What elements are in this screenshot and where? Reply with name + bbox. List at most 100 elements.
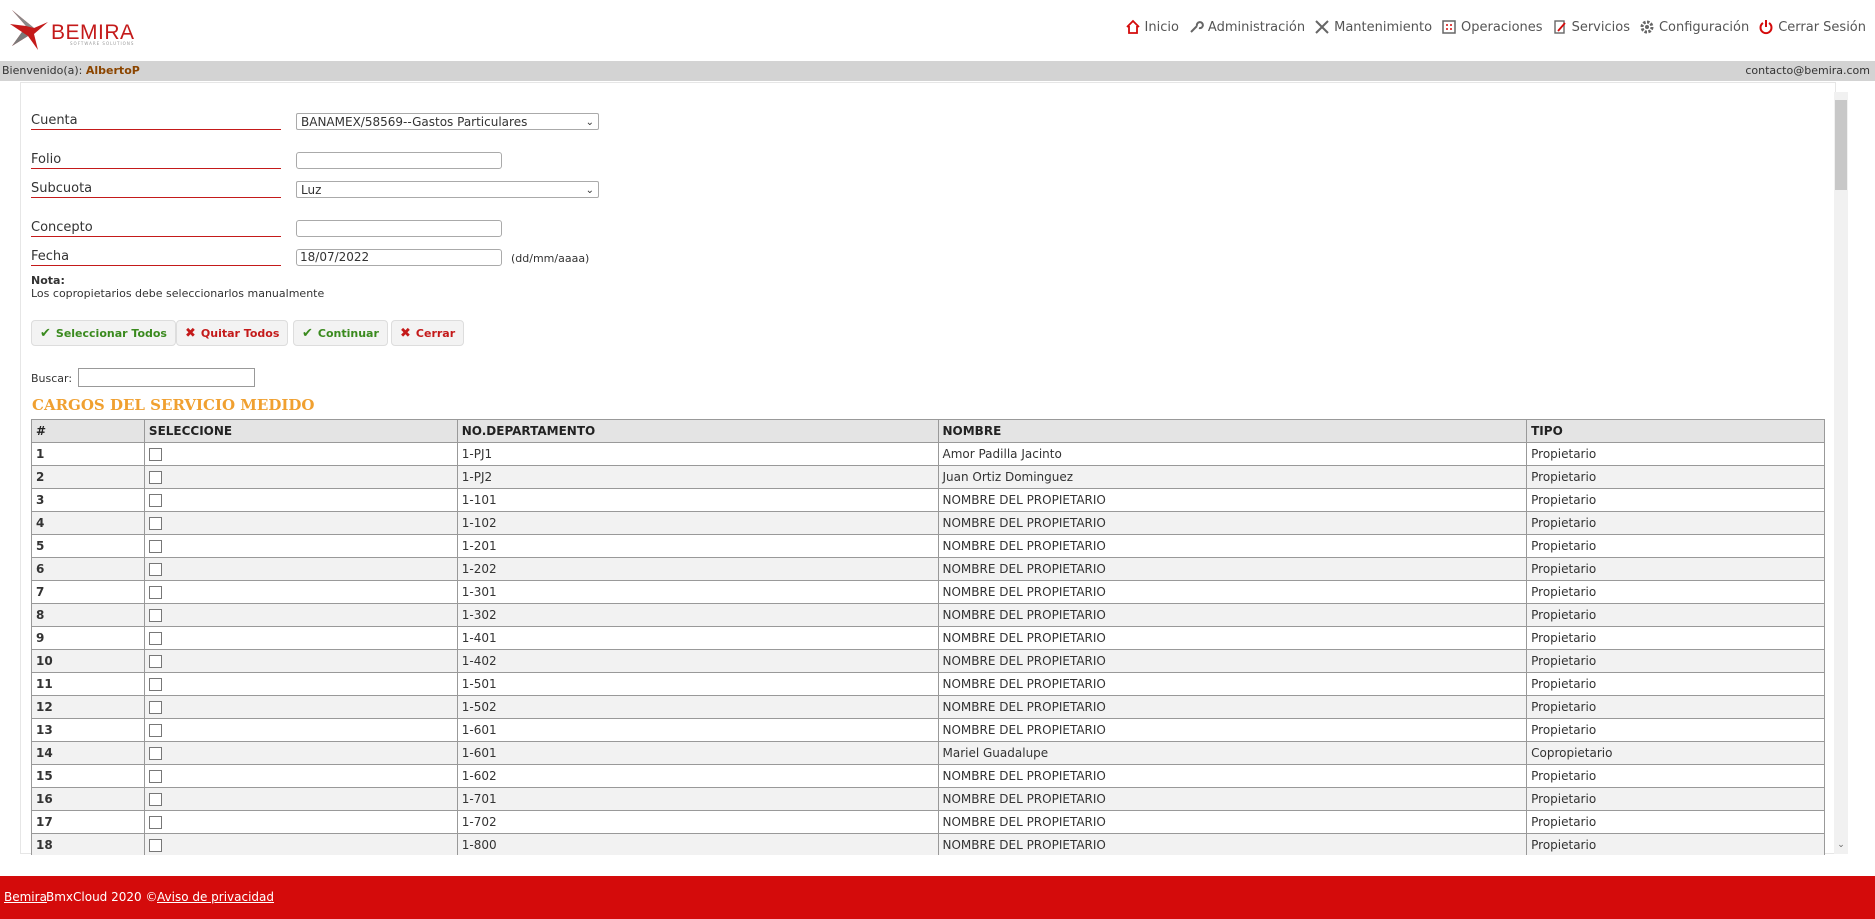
row-checkbox[interactable] (148, 816, 162, 829)
name-cell: NOMBRE DEL PROPIETARIO (937, 695, 1528, 719)
name-cell: NOMBRE DEL PROPIETARIO (937, 488, 1528, 512)
section-title: CARGOS DEL SERVICIO MEDIDO (32, 396, 315, 414)
fecha-format-hint: (dd/mm/aaaa) (511, 252, 590, 265)
header-seleccione: SELECCIONE (143, 419, 458, 443)
row-checkbox[interactable] (148, 563, 162, 576)
row-number: 8 (31, 603, 145, 627)
footer: Bemira BmxCloud 2020 © Aviso de privacid… (0, 876, 1875, 919)
nota-title: Nota: (31, 274, 65, 287)
welcome-prefix: Bienvenido(a): (2, 64, 83, 77)
name-cell: NOMBRE DEL PROPIETARIO (937, 672, 1528, 696)
dept-cell: 1-101 (456, 488, 939, 512)
close-button[interactable]: ✖ Cerrar (391, 320, 465, 346)
table-row: 18 1-800 NOMBRE DEL PROPIETARIO Propietario (31, 833, 1825, 855)
cuenta-selected-value: BANAMEX/58569--Gastos Particulares (301, 115, 528, 129)
name-cell: NOMBRE DEL PROPIETARIO (937, 649, 1528, 673)
table-row: 11 1-501 NOMBRE DEL PROPIETARIO Propietario (31, 672, 1825, 696)
nav-label: Inicio (1144, 19, 1179, 35)
vertical-scrollbar[interactable] (1834, 92, 1848, 854)
select-cell (143, 810, 458, 834)
row-checkbox[interactable] (148, 540, 162, 553)
row-checkbox[interactable] (148, 770, 162, 783)
row-checkbox[interactable] (148, 632, 162, 645)
type-cell: Propietario (1526, 833, 1825, 855)
select-cell (143, 442, 458, 466)
continue-button[interactable]: ✔ Continuar (293, 320, 388, 346)
nav-configuracion[interactable]: Configuración (1639, 19, 1749, 35)
row-number: 10 (31, 649, 145, 673)
dept-cell: 1-601 (456, 741, 939, 765)
row-checkbox[interactable] (148, 586, 162, 599)
select-cell (143, 672, 458, 696)
row-checkbox[interactable] (148, 655, 162, 668)
privacy-link[interactable]: Aviso de privacidad (157, 890, 274, 904)
header-departamento: NO.DEPARTAMENTO (456, 419, 939, 443)
nav-label: Configuración (1658, 19, 1750, 35)
row-checkbox[interactable] (148, 609, 162, 622)
search-input[interactable] (78, 368, 255, 387)
row-number: 11 (31, 672, 145, 696)
row-checkbox[interactable] (148, 678, 162, 691)
row-checkbox[interactable] (148, 747, 162, 760)
nav-cerrar-sesion[interactable]: Cerrar Sesión (1758, 19, 1866, 35)
dept-cell: 1-701 (456, 787, 939, 811)
select-all-label: Seleccionar Todos (55, 326, 167, 340)
select-cell (143, 741, 458, 765)
type-cell: Propietario (1526, 649, 1825, 673)
select-cell (143, 764, 458, 788)
table-row: 14 1-601 Mariel Guadalupe Copropietario (31, 741, 1825, 765)
folio-input[interactable] (296, 152, 502, 169)
dept-cell: 1-800 (456, 833, 939, 855)
select-all-button[interactable]: ✔ Seleccionar Todos (31, 320, 176, 346)
scroll-down-arrow-icon[interactable]: ⌄ (1835, 840, 1847, 850)
nav-operaciones[interactable]: Operaciones (1441, 19, 1543, 35)
type-cell: Copropietario (1526, 741, 1825, 765)
row-checkbox[interactable] (148, 701, 162, 714)
cuenta-select[interactable]: BANAMEX/58569--Gastos Particulares ⌄ (296, 113, 599, 130)
row-checkbox[interactable] (148, 517, 162, 530)
nav-label: Operaciones (1461, 19, 1543, 35)
scrollbar-thumb[interactable] (1835, 100, 1847, 190)
name-cell: NOMBRE DEL PROPIETARIO (937, 511, 1528, 535)
row-number: 1 (31, 442, 145, 466)
row-number: 3 (31, 488, 145, 512)
row-checkbox[interactable] (148, 471, 162, 484)
home-icon (1125, 19, 1140, 34)
footer-brand-link[interactable]: Bemira (4, 890, 47, 904)
concepto-input[interactable] (296, 220, 502, 237)
remove-all-button[interactable]: ✖ Quitar Todos (176, 320, 289, 346)
main-nav: Inicio Administración Mantenimiento Oper… (1125, 19, 1875, 35)
row-checkbox[interactable] (148, 724, 162, 737)
header-nombre: NOMBRE (937, 419, 1528, 443)
row-checkbox[interactable] (148, 448, 162, 461)
nav-inicio[interactable]: Inicio (1125, 19, 1179, 35)
select-cell (143, 626, 458, 650)
name-cell: NOMBRE DEL PROPIETARIO (937, 787, 1528, 811)
row-checkbox[interactable] (148, 494, 162, 507)
nota-text: Los copropietarios debe seleccionarlos m… (31, 287, 325, 300)
nav-label: Mantenimiento (1334, 19, 1433, 35)
dept-cell: 1-PJ2 (456, 465, 939, 489)
calculator-icon (1442, 20, 1456, 34)
nav-administracion[interactable]: Administración (1188, 19, 1305, 35)
name-cell: NOMBRE DEL PROPIETARIO (937, 557, 1528, 581)
edit-icon (1553, 20, 1566, 34)
row-checkbox[interactable] (148, 793, 162, 806)
nav-label: Servicios (1571, 19, 1630, 35)
nav-servicios[interactable]: Servicios (1552, 19, 1630, 35)
table-row: 12 1-502 NOMBRE DEL PROPIETARIO Propietario (31, 695, 1825, 719)
chevron-down-icon: ⌄ (585, 185, 594, 196)
wrench-icon (1190, 21, 1204, 33)
dept-cell: 1-702 (456, 810, 939, 834)
bemira-logo[interactable]: BEMIRA SOFTWARE SOLUTIONS (8, 8, 138, 52)
dept-cell: 1-202 (456, 557, 939, 581)
dept-cell: 1-601 (456, 718, 939, 742)
table-header-row: # SELECCIONE NO.DEPARTAMENTO NOMBRE TIPO (31, 419, 1825, 443)
row-number: 16 (31, 787, 145, 811)
row-number: 7 (31, 580, 145, 604)
subcuota-select[interactable]: Luz ⌄ (296, 181, 599, 198)
nav-mantenimiento[interactable]: Mantenimiento (1314, 19, 1432, 35)
fecha-input[interactable]: 18/07/2022 (296, 249, 502, 266)
row-checkbox[interactable] (148, 839, 162, 852)
type-cell: Propietario (1526, 603, 1825, 627)
